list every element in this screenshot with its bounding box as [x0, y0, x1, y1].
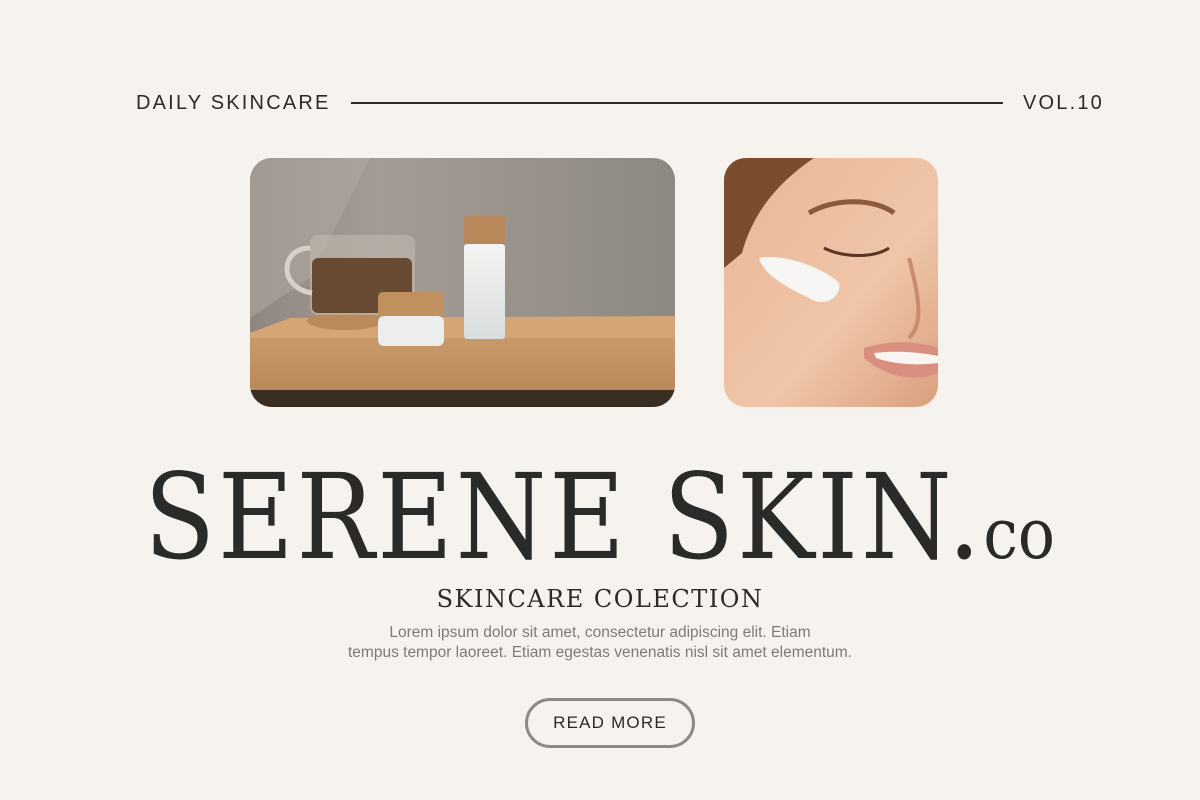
description-line-1: Lorem ipsum dolor sit amet, consectetur … — [389, 624, 811, 641]
header-divider — [350, 102, 1003, 104]
brand-suffix: co — [983, 493, 1056, 575]
collection-subtitle: SKINCARE COLECTION — [436, 585, 764, 613]
brand-name: SERENE SKIN.co — [144, 448, 1056, 586]
header: DAILY SKINCARE VOL.10 — [136, 88, 1104, 118]
read-more-button[interactable]: READ MORE — [525, 698, 695, 748]
description-line-2: tempus tempor laoreet. Etiam egestas ven… — [348, 644, 852, 661]
face-cream-photo — [724, 158, 938, 407]
header-title: DAILY SKINCARE — [136, 91, 331, 114]
skincare-products-photo — [250, 158, 675, 407]
description: Lorem ipsum dolor sit amet, consectetur … — [0, 623, 1200, 663]
brand-logo: SERENE SKIN.co — [0, 448, 1200, 586]
volume-label: VOL.10 — [1022, 91, 1104, 114]
